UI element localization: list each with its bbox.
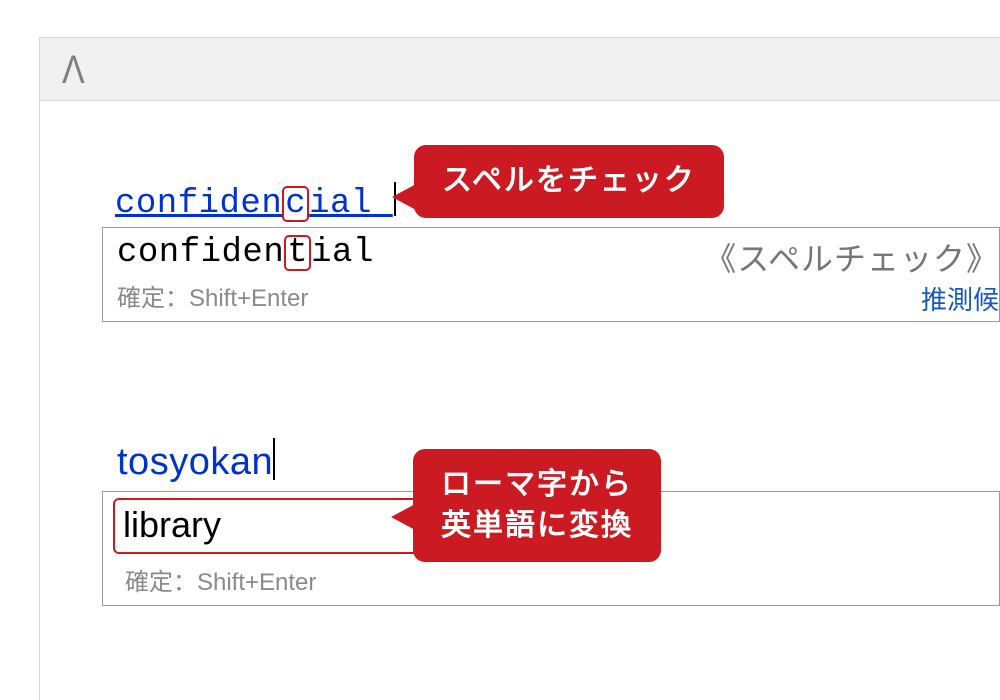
typed-text-after: ial (309, 185, 372, 223)
candidate-correction-char: t (284, 235, 311, 271)
callout-tail (392, 183, 418, 211)
annotation-callout-1: スペルをチェック (414, 145, 724, 218)
app-header-strip (39, 37, 1000, 101)
callout-tail (391, 503, 417, 531)
typed-text-before: confiden (115, 185, 282, 223)
annotation-callout-2: ローマ字から 英単語に変換 (413, 449, 661, 562)
typed-error-char: c (282, 186, 309, 222)
callout-text-line2: 英単語に変換 (441, 509, 633, 542)
callout-text-line1: ローマ字から (441, 468, 633, 501)
candidate-tag-spellcheck: 《スペルチェック》 (704, 234, 999, 280)
ime-candidate-dropdown-1[interactable]: confidential 《スペルチェック》 確定：Shift+Enter 推測… (102, 227, 1000, 322)
confirm-hint: 確定：Shift+Enter (103, 560, 999, 603)
callout-text: スペルをチェック (442, 164, 696, 197)
text-cursor (273, 438, 275, 480)
candidate-text-before: confiden (117, 234, 284, 272)
candidate-text-after: ial (311, 234, 374, 272)
candidate-text: library (123, 504, 221, 545)
ime-composition-2[interactable]: tosyokan (117, 438, 275, 484)
guess-candidates-link[interactable]: 推測候 (921, 280, 999, 317)
ime-composition-1[interactable]: confidencial (115, 182, 396, 223)
app-logo: Λ (62, 48, 85, 93)
typed-text-2: tosyokan (117, 441, 273, 483)
confirm-hint: 確定：Shift+Enter (103, 276, 999, 319)
